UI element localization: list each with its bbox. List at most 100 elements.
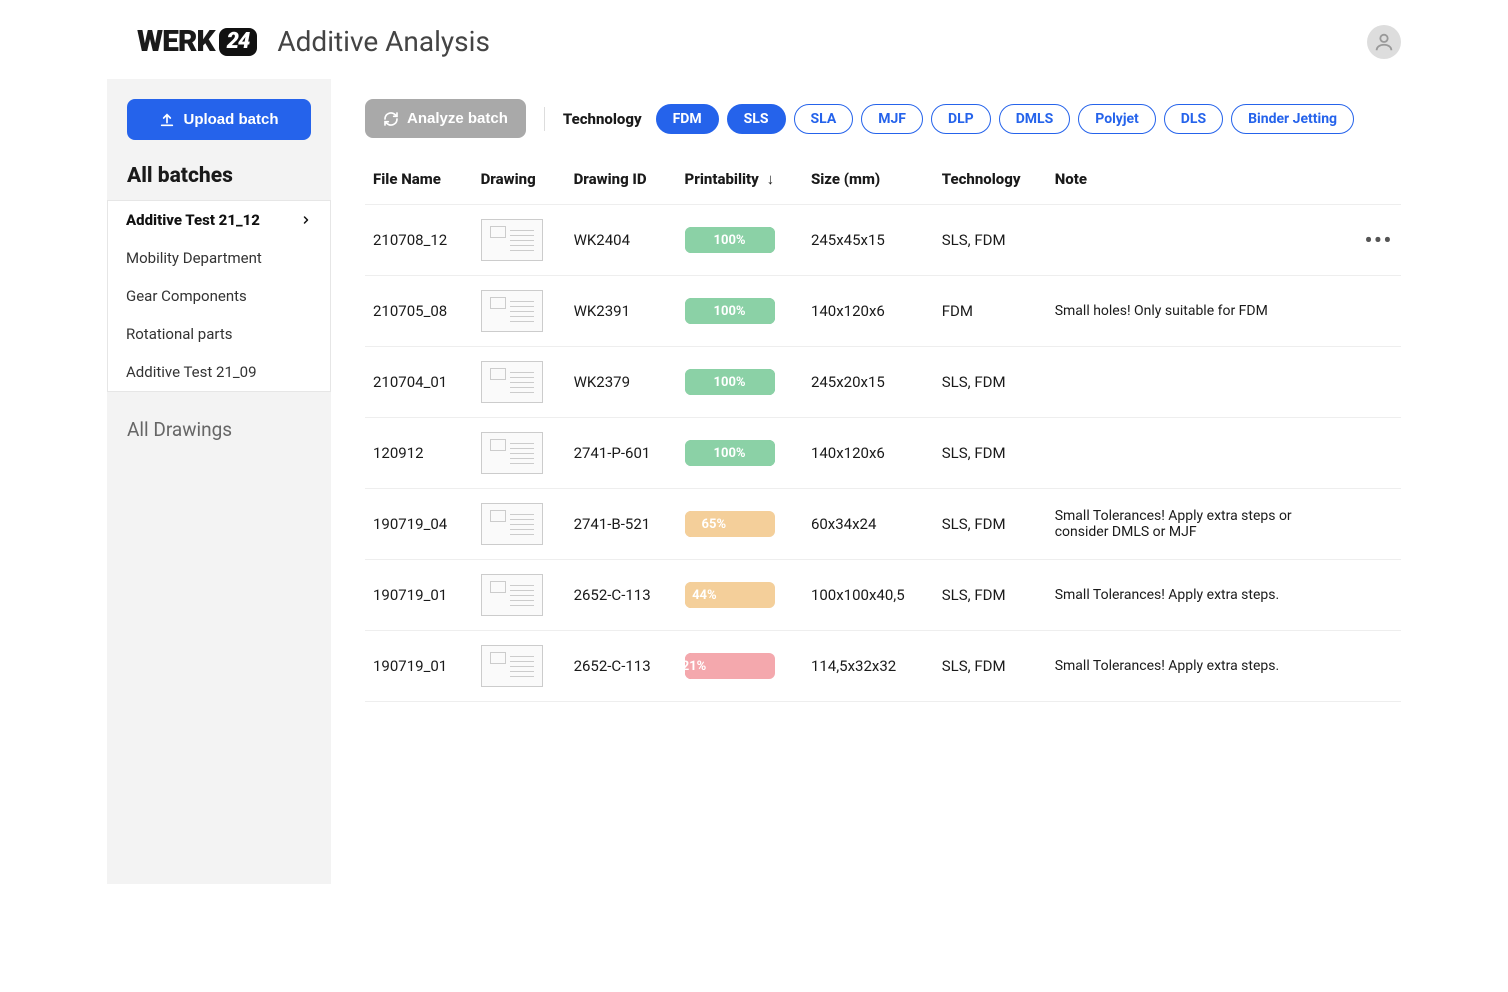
printability-value: 21% <box>685 653 704 679</box>
printability-meter: 100% <box>685 298 775 324</box>
cell-note: Small Tolerances! Apply extra steps. <box>1047 560 1357 631</box>
row-menu-icon[interactable]: ••• <box>1365 228 1393 252</box>
table-row[interactable]: 190719_042741-B-52165%60x34x24SLS, FDMSm… <box>365 489 1401 560</box>
all-batches-heading: All batches <box>107 164 331 200</box>
cell-drawing-id: WK2404 <box>566 205 677 276</box>
batch-list: Additive Test 21_12 Mobility DepartmentGe… <box>107 200 331 392</box>
cell-drawing-id: 2652-C-113 <box>566 631 677 702</box>
cell-drawing <box>473 276 566 347</box>
cell-size: 140x120x6 <box>803 418 934 489</box>
technology-chip[interactable]: SLS <box>727 104 786 134</box>
table-header-row: File Name Drawing Drawing ID Printabilit… <box>365 160 1401 205</box>
cell-note: Small Tolerances! Apply extra steps. <box>1047 631 1357 702</box>
col-printability[interactable]: Printability ↓ <box>677 160 803 205</box>
cell-technology: SLS, FDM <box>934 205 1047 276</box>
drawing-thumbnail[interactable] <box>481 503 543 545</box>
technology-chip[interactable]: DLS <box>1164 104 1223 134</box>
col-drawing[interactable]: Drawing <box>473 160 566 205</box>
upload-icon <box>159 112 175 128</box>
technology-chip[interactable]: DLP <box>931 104 991 134</box>
batch-item[interactable]: Rotational parts <box>108 315 330 353</box>
technology-chip[interactable]: MJF <box>861 104 923 134</box>
drawing-thumbnail[interactable] <box>481 574 543 616</box>
cell-note: Small Tolerances! Apply extra steps or c… <box>1047 489 1357 560</box>
batch-item[interactable]: Gear Components <box>108 277 330 315</box>
cell-file-name: 210705_08 <box>365 276 473 347</box>
col-actions <box>1357 160 1401 205</box>
col-note[interactable]: Note <box>1047 160 1357 205</box>
batch-item[interactable]: Additive Test 21_09 <box>108 353 330 391</box>
technology-chips: FDM SLS SLAMJF DLP DMLSPolyjet DLS Binder Jett… <box>656 104 1354 134</box>
table-row[interactable]: 190719_012652-C-11344%100x100x40,5SLS, F… <box>365 560 1401 631</box>
user-icon <box>1373 31 1395 53</box>
col-technology[interactable]: Technology <box>934 160 1047 205</box>
cell-actions <box>1357 276 1401 347</box>
printability-meter: 65% <box>685 511 775 537</box>
table-row[interactable]: 190719_012652-C-11321%114,5x32x32SLS, FD… <box>365 631 1401 702</box>
cell-note <box>1047 205 1357 276</box>
results-table: File Name Drawing Drawing ID Printabilit… <box>365 160 1401 702</box>
batch-item[interactable]: Mobility Department <box>108 239 330 277</box>
batch-item-label: Additive Test 21_12 <box>126 211 260 229</box>
cell-printability: 100% <box>677 347 803 418</box>
avatar[interactable] <box>1367 25 1401 59</box>
analyze-batch-label: Analyze batch <box>407 110 508 127</box>
cell-drawing <box>473 205 566 276</box>
table-row[interactable]: 1209122741-P-601100%140x120x6SLS, FDM <box>365 418 1401 489</box>
table-row[interactable]: 210704_01WK2379100%245x20x15SLS, FDM <box>365 347 1401 418</box>
drawing-thumbnail[interactable] <box>481 361 543 403</box>
cell-actions <box>1357 560 1401 631</box>
drawing-thumbnail[interactable] <box>481 290 543 332</box>
printability-value: 100% <box>685 227 775 253</box>
cell-size: 140x120x6 <box>803 276 934 347</box>
table-row[interactable]: 210705_08WK2391100%140x120x6FDMSmall hol… <box>365 276 1401 347</box>
technology-chip[interactable]: SLA <box>794 104 854 134</box>
cell-printability: 100% <box>677 418 803 489</box>
printability-meter: 100% <box>685 369 775 395</box>
cell-note <box>1047 347 1357 418</box>
cell-file-name: 190719_01 <box>365 631 473 702</box>
cell-printability: 44% <box>677 560 803 631</box>
col-file-name[interactable]: File Name <box>365 160 473 205</box>
cell-technology: SLS, FDM <box>934 418 1047 489</box>
body: Upload batch All batches Additive Test 2… <box>77 79 1431 884</box>
main: Analyze batch Technology FDM SLS SLAMJF DLP… <box>331 79 1431 884</box>
cell-size: 245x45x15 <box>803 205 934 276</box>
cell-actions <box>1357 347 1401 418</box>
cell-drawing-id: WK2379 <box>566 347 677 418</box>
sidebar: Upload batch All batches Additive Test 2… <box>107 79 331 884</box>
technology-chip[interactable]: Polyjet <box>1078 104 1156 134</box>
technology-chip[interactable]: FDM <box>656 104 719 134</box>
cell-note <box>1047 418 1357 489</box>
cell-technology: SLS, FDM <box>934 489 1047 560</box>
printability-meter: 100% <box>685 440 775 466</box>
cell-actions <box>1357 489 1401 560</box>
drawing-thumbnail[interactable] <box>481 219 543 261</box>
cell-file-name: 210708_12 <box>365 205 473 276</box>
logo-badge: 24 <box>219 28 258 56</box>
batch-item[interactable]: Additive Test 21_12 <box>108 201 330 239</box>
cell-drawing <box>473 347 566 418</box>
logo-text: WERK <box>137 24 215 59</box>
app-window: WERK 24 Additive Analysis Upload batch A… <box>77 0 1431 884</box>
col-drawing-id[interactable]: Drawing ID <box>566 160 677 205</box>
cell-technology: SLS, FDM <box>934 560 1047 631</box>
col-size[interactable]: Size (mm) <box>803 160 934 205</box>
cell-file-name: 190719_04 <box>365 489 473 560</box>
printability-meter: 21% <box>685 653 775 679</box>
analyze-batch-button[interactable]: Analyze batch <box>365 99 526 138</box>
cell-actions <box>1357 418 1401 489</box>
cell-size: 60x34x24 <box>803 489 934 560</box>
cell-printability: 100% <box>677 276 803 347</box>
drawing-thumbnail[interactable] <box>481 432 543 474</box>
cell-printability: 65% <box>677 489 803 560</box>
all-drawings-link[interactable]: All Drawings <box>107 392 331 467</box>
upload-batch-button[interactable]: Upload batch <box>127 99 311 140</box>
table-row[interactable]: 210708_12 WK2404 100% 245x45x15SLS, FDM ••• <box>365 205 1401 276</box>
logo: WERK 24 <box>137 24 257 59</box>
technology-chip[interactable]: DMLS <box>999 104 1071 134</box>
drawing-thumbnail[interactable] <box>481 645 543 687</box>
printability-meter: 44% <box>685 582 775 608</box>
cell-technology: SLS, FDM <box>934 631 1047 702</box>
technology-chip[interactable]: Binder Jetting <box>1231 104 1354 134</box>
